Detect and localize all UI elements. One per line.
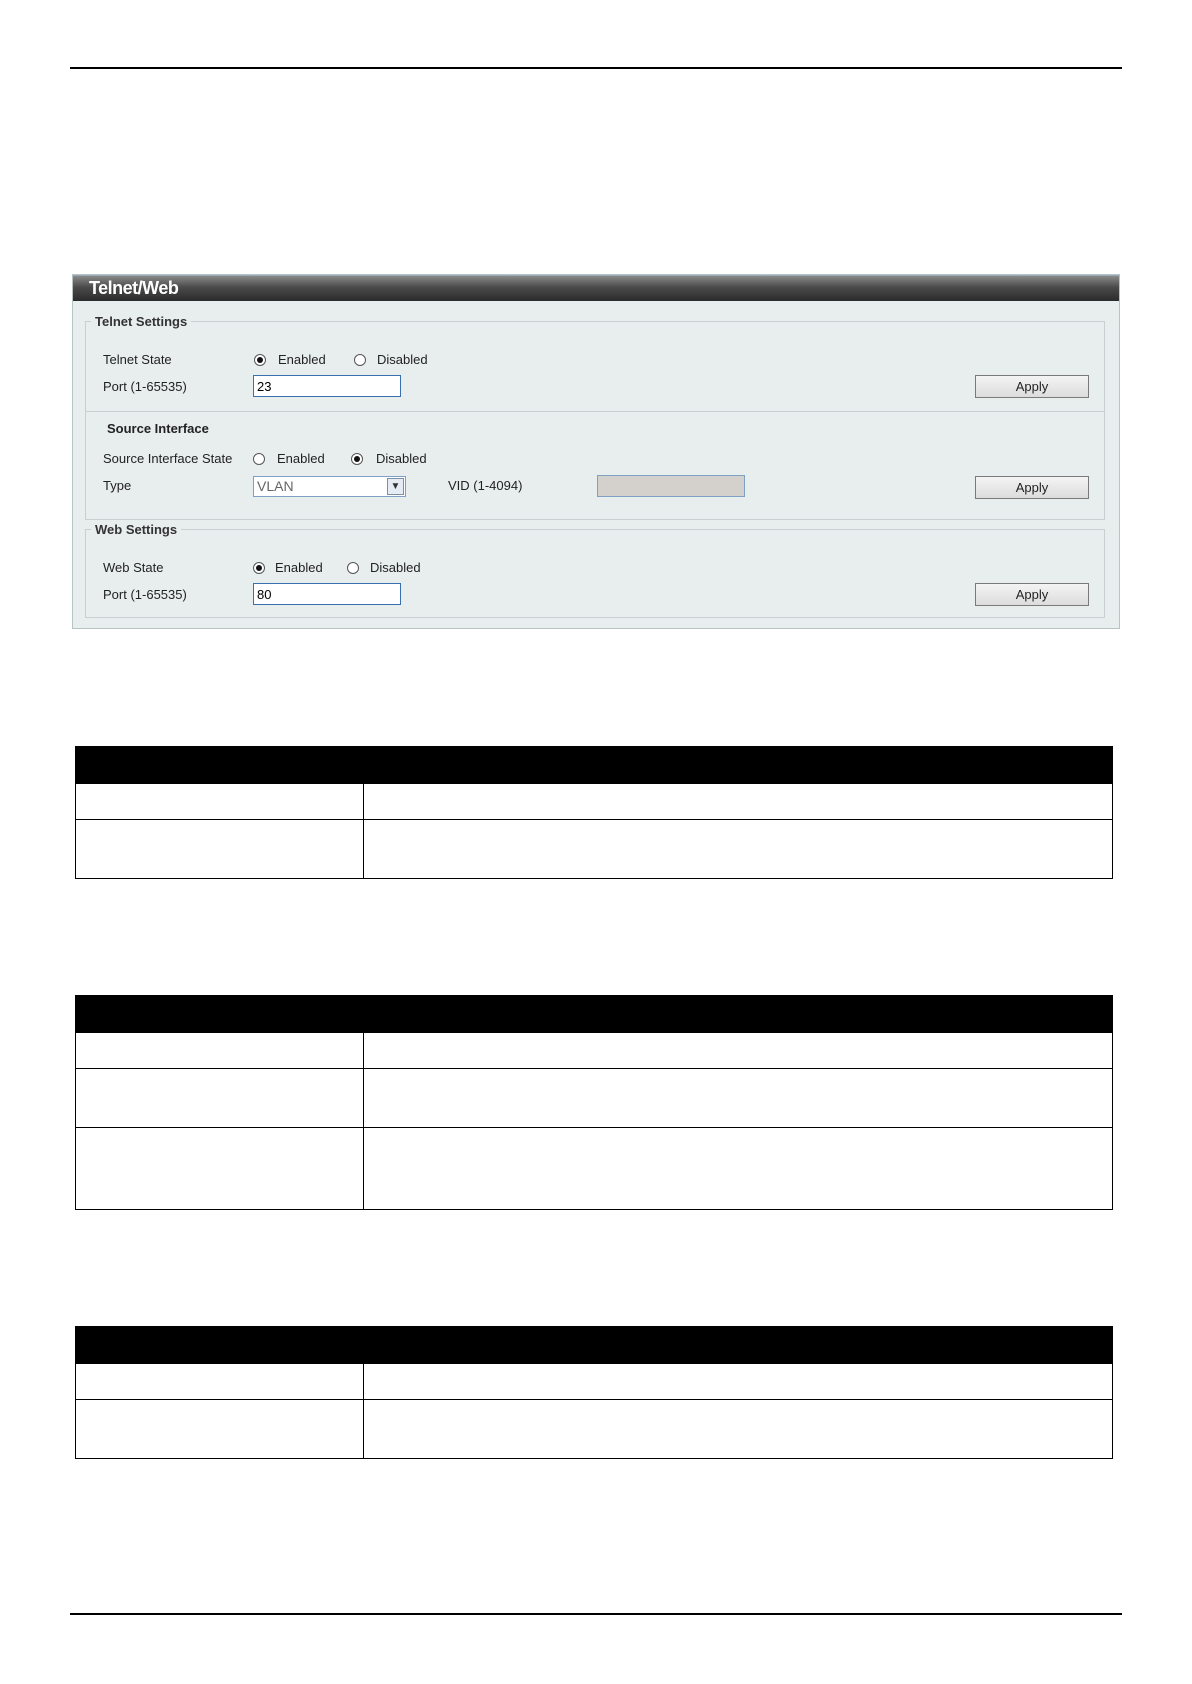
telnet-settings-group: Telnet Settings bbox=[85, 314, 1105, 520]
table-header-row bbox=[75, 746, 1113, 784]
table-cell bbox=[75, 1363, 364, 1400]
type-select[interactable]: VLAN ▼ bbox=[253, 476, 406, 497]
table-row bbox=[75, 1127, 1113, 1210]
table-header-row bbox=[75, 1326, 1113, 1364]
web-port-label: Port (1-65535) bbox=[103, 587, 187, 602]
table-cell bbox=[75, 783, 364, 820]
footer-rule bbox=[70, 1613, 1122, 1615]
table-header-cell bbox=[363, 746, 1113, 784]
vid-label: VID (1-4094) bbox=[448, 478, 523, 493]
table-row bbox=[75, 1363, 1113, 1400]
table-cell bbox=[363, 1127, 1113, 1210]
header-rule bbox=[70, 67, 1122, 69]
parameter-table-telnet bbox=[75, 746, 1113, 879]
table-row bbox=[75, 1032, 1113, 1069]
table-cell bbox=[363, 1399, 1113, 1459]
table-cell bbox=[363, 783, 1113, 820]
web-port-input[interactable] bbox=[253, 583, 401, 605]
source-interface-enabled-label: Enabled bbox=[277, 451, 325, 466]
chevron-down-icon[interactable]: ▼ bbox=[387, 478, 404, 495]
table-cell bbox=[75, 1127, 364, 1210]
source-interface-disabled-radio[interactable] bbox=[351, 453, 363, 465]
table-row bbox=[75, 783, 1113, 820]
telnet-apply-button[interactable]: Apply bbox=[975, 375, 1089, 398]
web-state-label: Web State bbox=[103, 560, 164, 575]
telnet-disabled-radio[interactable] bbox=[354, 354, 366, 366]
source-interface-divider bbox=[85, 411, 1105, 412]
telnet-settings-legend: Telnet Settings bbox=[95, 314, 188, 329]
parameter-table-source-interface bbox=[75, 995, 1113, 1210]
table-cell bbox=[75, 1068, 364, 1128]
table-row bbox=[75, 1068, 1113, 1128]
table-row bbox=[75, 819, 1113, 879]
table-header-row bbox=[75, 995, 1113, 1033]
telnet-port-label: Port (1-65535) bbox=[103, 379, 187, 394]
table-header-cell bbox=[75, 746, 364, 784]
telnet-state-label: Telnet State bbox=[103, 352, 172, 367]
table-cell bbox=[363, 1032, 1113, 1069]
telnet-web-panel: Telnet/Web Telnet Settings Telnet State … bbox=[72, 274, 1120, 629]
telnet-enabled-label: Enabled bbox=[278, 352, 326, 367]
table-header-cell bbox=[75, 1326, 364, 1364]
table-cell bbox=[363, 1068, 1113, 1128]
type-select-value: VLAN bbox=[257, 478, 294, 494]
web-disabled-radio[interactable] bbox=[347, 562, 359, 574]
web-settings-legend: Web Settings bbox=[95, 522, 178, 537]
table-cell bbox=[363, 819, 1113, 879]
panel-title: Telnet/Web bbox=[73, 275, 1119, 301]
source-interface-apply-button[interactable]: Apply bbox=[975, 476, 1089, 499]
source-interface-state-label: Source Interface State bbox=[103, 451, 233, 466]
telnet-port-input[interactable] bbox=[253, 375, 401, 397]
web-disabled-label: Disabled bbox=[370, 560, 421, 575]
source-interface-heading: Source Interface bbox=[107, 421, 209, 436]
source-interface-enabled-radio[interactable] bbox=[253, 453, 265, 465]
web-enabled-radio[interactable] bbox=[253, 562, 265, 574]
table-row bbox=[75, 1399, 1113, 1459]
table-header-cell bbox=[363, 1326, 1113, 1364]
table-header-cell bbox=[363, 995, 1113, 1033]
table-cell bbox=[363, 1363, 1113, 1400]
table-cell bbox=[75, 819, 364, 879]
source-interface-disabled-label: Disabled bbox=[376, 451, 427, 466]
parameter-table-web bbox=[75, 1326, 1113, 1459]
vid-input bbox=[597, 475, 745, 497]
web-enabled-label: Enabled bbox=[275, 560, 323, 575]
web-settings-group: Web Settings bbox=[85, 522, 1105, 618]
telnet-enabled-radio[interactable] bbox=[254, 354, 266, 366]
table-cell bbox=[75, 1032, 364, 1069]
web-apply-button[interactable]: Apply bbox=[975, 583, 1089, 606]
type-label: Type bbox=[103, 478, 132, 493]
table-cell bbox=[75, 1399, 364, 1459]
telnet-disabled-label: Disabled bbox=[377, 352, 428, 367]
table-header-cell bbox=[75, 995, 364, 1033]
